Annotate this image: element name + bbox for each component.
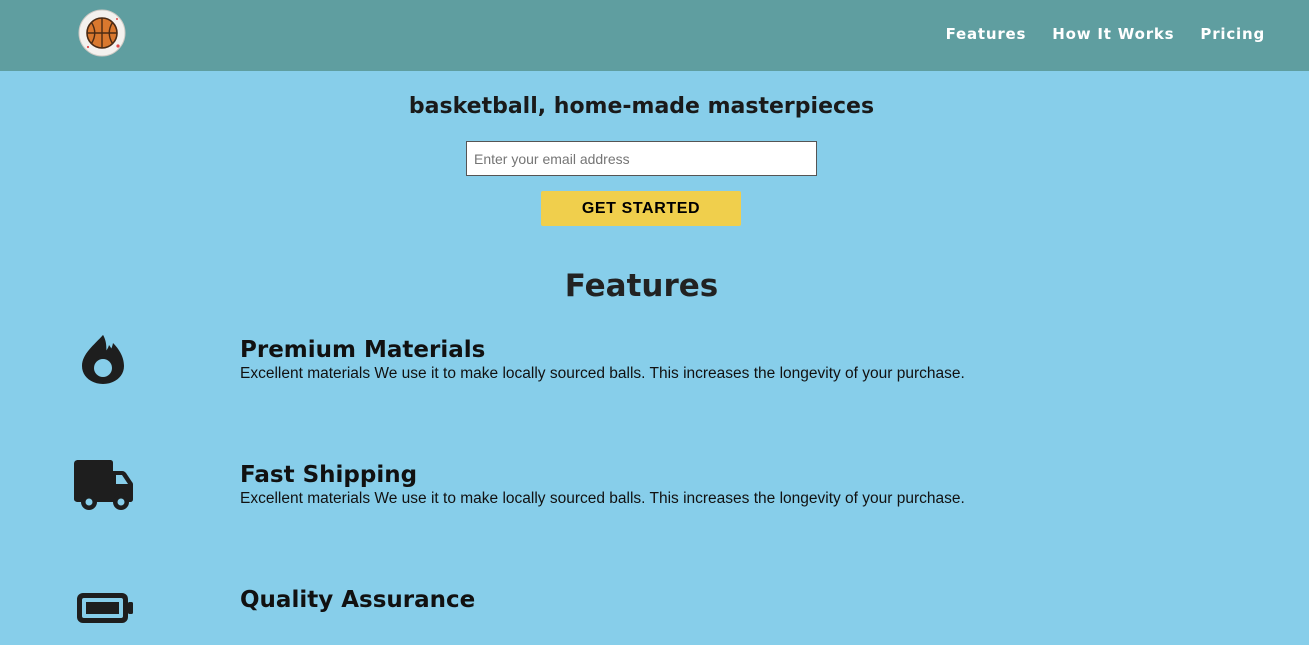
feature-description: Excellent materials We use it to make lo… (240, 490, 965, 507)
basketball-logo-icon[interactable] (78, 9, 126, 57)
truck-icon (70, 455, 136, 511)
hero-title: basketball, home-made masterpieces (408, 94, 875, 119)
nav-link-pricing[interactable]: Pricing (1200, 24, 1265, 44)
fire-icon (70, 330, 136, 386)
site-header: Features How It Works Pricing (0, 0, 1309, 71)
nav-link-how-it-works[interactable]: How It Works (1052, 24, 1174, 44)
feature-title: Premium Materials (240, 337, 486, 363)
features-heading: Features (564, 268, 719, 304)
feature-description: Excellent materials We use it to make lo… (240, 365, 965, 382)
feature-title: Quality Assurance (240, 587, 476, 613)
email-input[interactable] (466, 141, 817, 176)
get-started-button[interactable]: GET STARTED (541, 191, 741, 226)
battery-icon (70, 585, 136, 641)
feature-title: Fast Shipping (240, 462, 418, 488)
main-nav: Features How It Works Pricing (946, 24, 1265, 44)
nav-link-features[interactable]: Features (946, 24, 1027, 44)
